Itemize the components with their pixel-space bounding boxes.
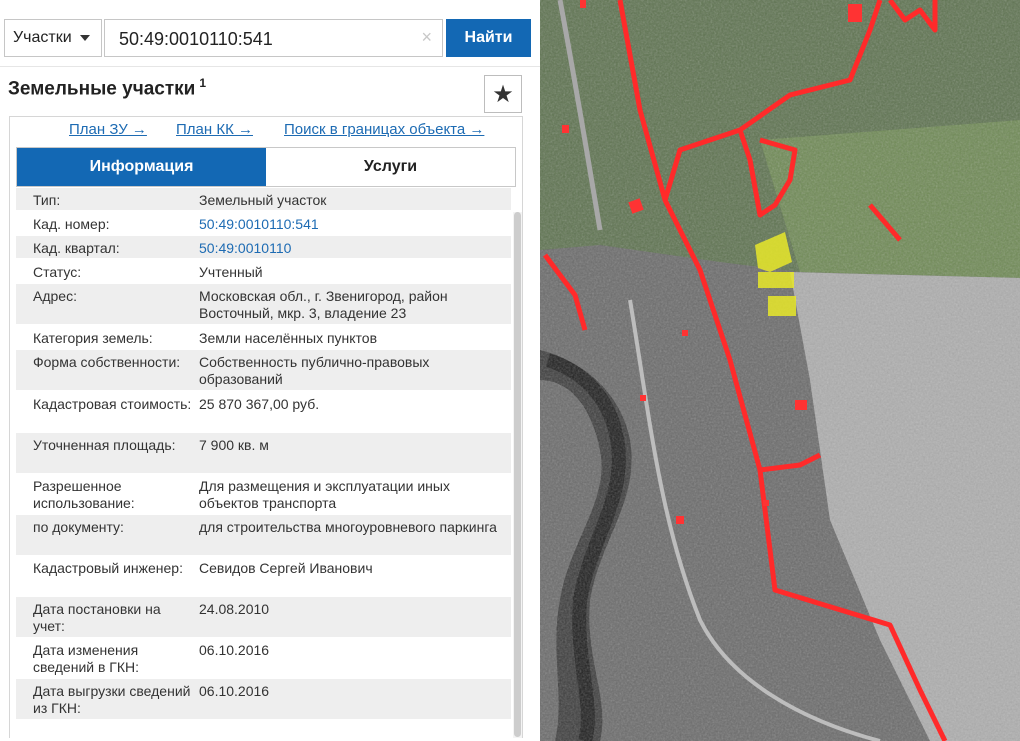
attr-value: 06.10.2016 <box>199 642 270 658</box>
tab-information[interactable]: Информация <box>17 148 266 186</box>
attr-label: Кад. номер: <box>33 216 110 232</box>
tab-bar: Информация Услуги <box>16 147 516 187</box>
scrollbar[interactable] <box>513 212 522 738</box>
link-plan-zu[interactable]: План ЗУ → <box>69 121 147 138</box>
cadastral-number-link[interactable]: 50:49:0010110:541 <box>199 216 499 233</box>
attr-label: Тип: <box>33 192 61 208</box>
link-search-in-bounds[interactable]: Поиск в границах объекта → <box>284 121 484 138</box>
object-links: План ЗУ → План КК → Поиск в границах объ… <box>10 121 522 143</box>
attr-value: Для размещения и эксплуатации иных объек… <box>199 478 450 511</box>
attr-value: Земельный участок <box>199 192 327 208</box>
attr-value: 25 870 367,00 руб. <box>199 396 320 412</box>
attr-value: Учтенный <box>199 264 263 280</box>
attr-label: Дата изменения сведений в ГКН: <box>33 642 140 675</box>
object-card: План ЗУ → План КК → Поиск в границах объ… <box>9 116 523 738</box>
search-field: × <box>104 19 443 58</box>
attr-label: Статус: <box>33 264 82 280</box>
attr-value: для строительства многоуровневого паркин… <box>199 519 497 535</box>
attr-label: Дата постановки на учет: <box>33 601 161 634</box>
attr-label: Дата выгрузки сведений из ГКН: <box>33 683 191 716</box>
table-row: Уточненная площадь: 7 900 кв. м <box>16 433 511 473</box>
table-row: Кад. квартал: 50:49:0010110 <box>16 236 511 258</box>
attr-label: Категория земель: <box>33 330 153 346</box>
scrollbar-thumb[interactable] <box>514 212 521 737</box>
clear-icon[interactable]: × <box>421 27 432 48</box>
tab-services[interactable]: Услуги <box>266 148 515 186</box>
search-type-label: Участки <box>13 29 72 46</box>
attr-value: Московская обл., г. Звенигород, район Во… <box>199 288 448 321</box>
attr-value: 24.08.2010 <box>199 601 270 617</box>
table-row: Категория земель: Земли населённых пункто… <box>16 326 511 348</box>
panel-title-text: Земельные участки <box>8 78 196 100</box>
attr-label: Кадастровая стоимость: <box>33 396 192 412</box>
attr-value: Земли населённых пунктов <box>199 330 378 346</box>
search-type-dropdown[interactable]: Участки <box>4 19 102 57</box>
table-row: Дата выгрузки сведений из ГКН: 06.10.2016 <box>16 679 511 719</box>
info-panel: Участки × Найти Земельные участки1 ★ Пла… <box>0 0 540 741</box>
search-bar: Участки × Найти <box>0 0 540 67</box>
link-plan-kk[interactable]: План КК → <box>176 121 253 138</box>
attr-label: Уточненная площадь: <box>33 437 176 453</box>
result-count: 1 <box>199 76 207 90</box>
attr-label: по документу: <box>33 519 124 535</box>
table-row: Тип: Земельный участок <box>16 188 511 210</box>
attr-value: Собственность публично-правовых образова… <box>199 354 430 387</box>
panel-title: Земельные участки 1 <box>8 76 206 100</box>
table-row: по документу: для строительства многоуров… <box>16 515 511 555</box>
table-row: Разрешенное использование: Для размещения… <box>16 474 511 514</box>
search-button[interactable]: Найти <box>446 19 531 57</box>
table-row: Кад. номер: 50:49:0010110:541 <box>16 212 511 234</box>
attr-label: Разрешенное использование: <box>33 478 135 511</box>
caret-down-icon <box>79 35 90 41</box>
attr-label: Кад. квартал: <box>33 240 120 256</box>
table-row: Статус: Учтенный <box>16 260 511 282</box>
table-row: Дата постановки на учет: 24.08.2010 <box>16 597 511 637</box>
attr-label: Форма собственности: <box>33 354 181 370</box>
star-icon: ★ <box>492 80 514 108</box>
favorite-button[interactable]: ★ <box>484 75 522 113</box>
attr-label: Кадастровый инженер: <box>33 560 183 576</box>
attr-value: Севидов Сергей Иванович <box>199 560 373 576</box>
table-row: Кадастровый инженер: Севидов Сергей Ивано… <box>16 556 511 596</box>
table-row: Дата изменения сведений в ГКН: 06.10.2016 <box>16 638 511 678</box>
cadastral-quarter-link[interactable]: 50:49:0010110 <box>199 240 499 257</box>
attr-value: 06.10.2016 <box>199 683 270 699</box>
table-row: Форма собственности: Собственность публич… <box>16 350 511 390</box>
table-row: Кадастровая стоимость: 25 870 367,00 руб. <box>16 392 511 432</box>
table-row: Адрес: Московская обл., г. Звенигород, ра… <box>16 284 511 324</box>
attr-label: Адрес: <box>33 288 77 304</box>
attr-value: 7 900 кв. м <box>199 437 269 453</box>
search-input[interactable] <box>105 20 421 58</box>
